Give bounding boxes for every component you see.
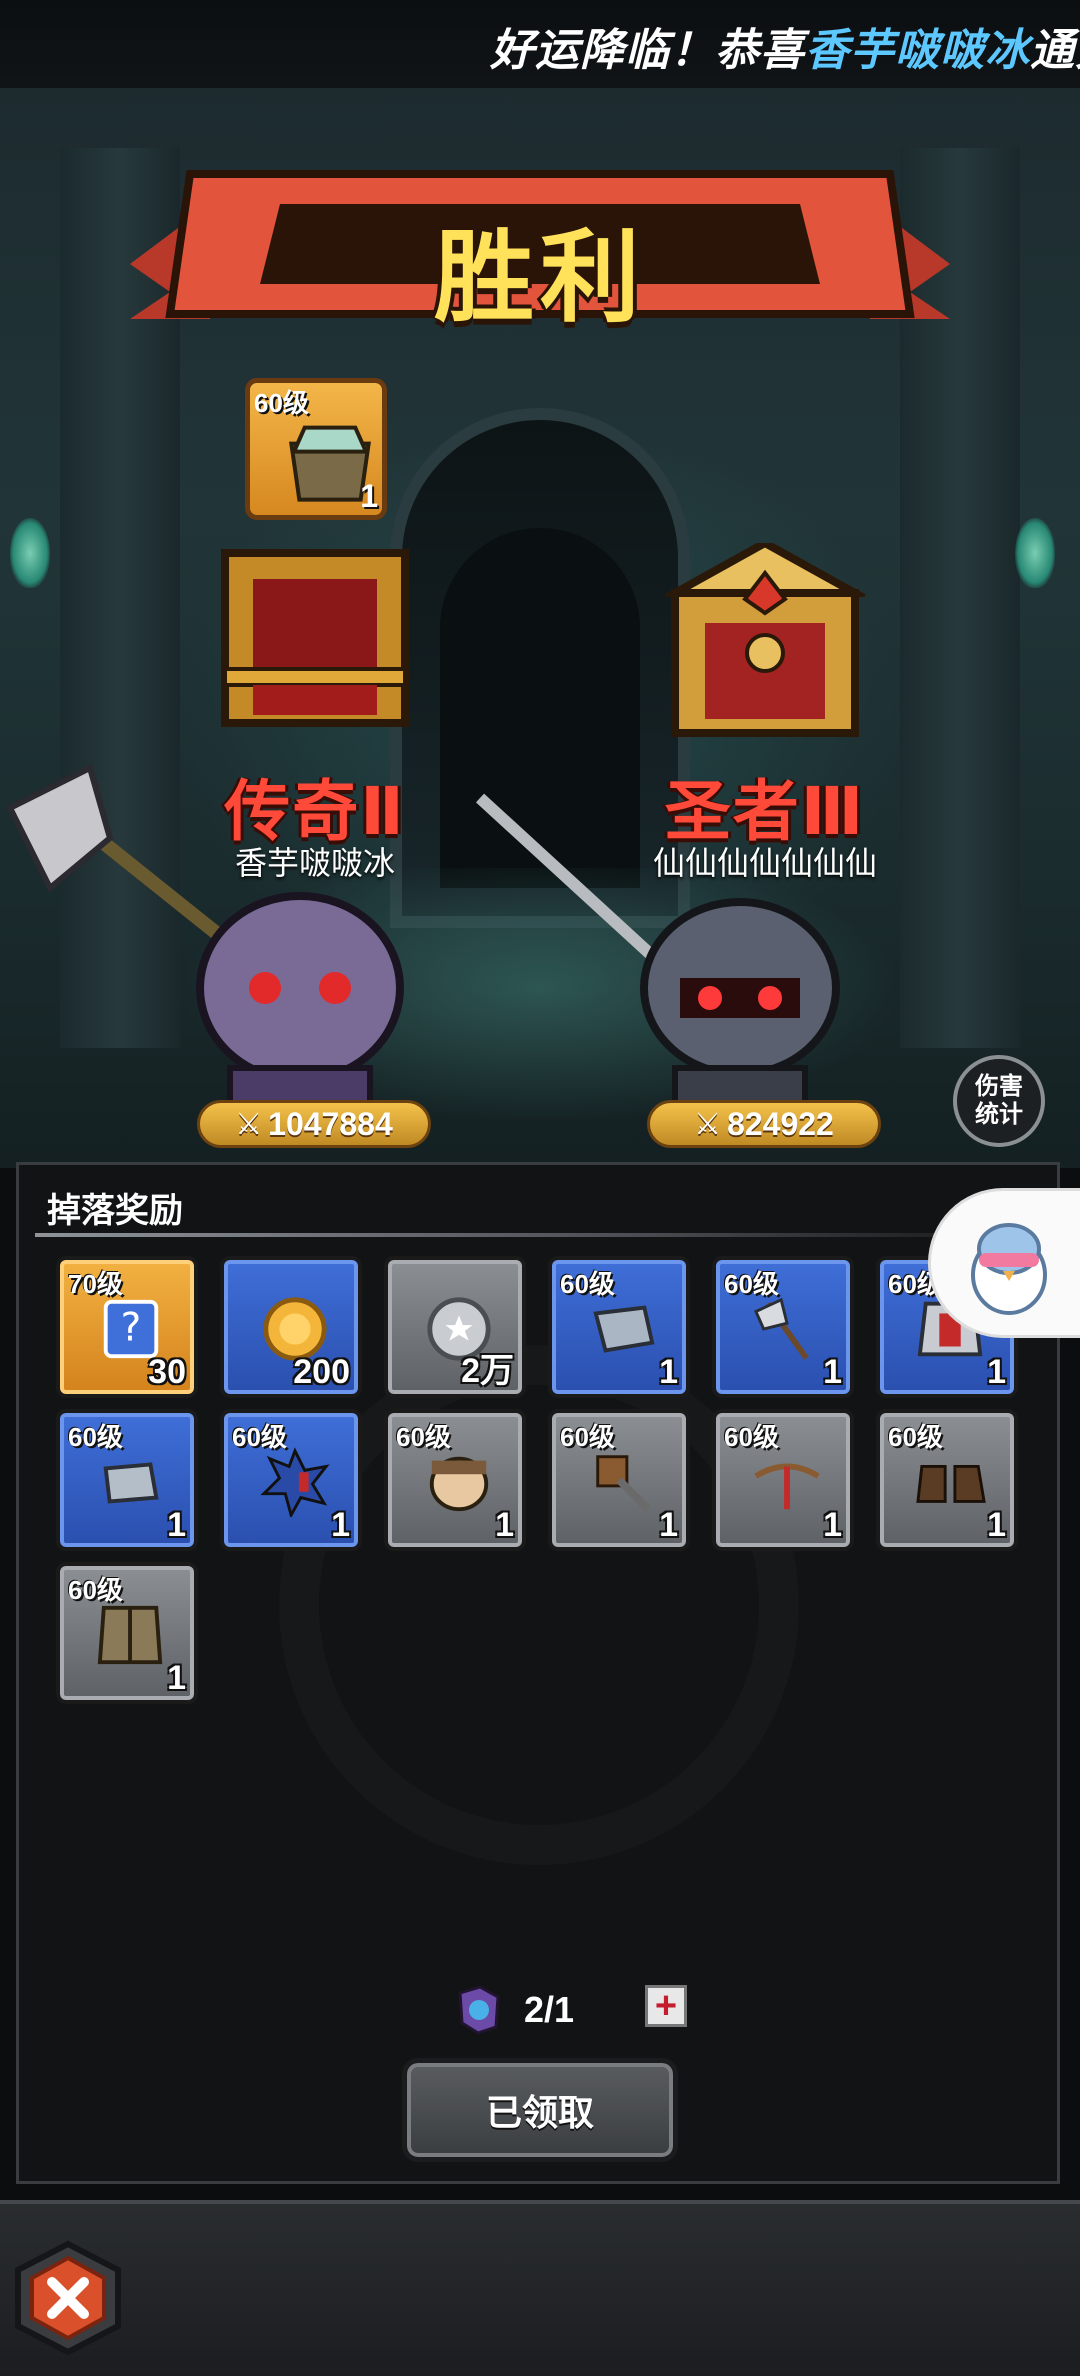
reward-item-qty: 1 — [331, 1506, 350, 1544]
reward-item-qty: 1 — [987, 1353, 1006, 1391]
hero-token-icon — [458, 1985, 500, 2035]
green-flame-icon — [1015, 518, 1055, 588]
reward-item-crossbow[interactable]: 60级 1 — [712, 1409, 854, 1551]
reward-item-qty: 1 — [495, 1506, 514, 1544]
floating-assistant-button[interactable] — [928, 1188, 1080, 1338]
reward-item-level: 60级 — [560, 1269, 615, 1299]
reward-item-hammer[interactable]: 60级 1 — [548, 1409, 690, 1551]
helmet-icon — [429, 1456, 489, 1512]
close-icon[interactable] — [8, 2238, 128, 2358]
reward-item-battle-axe[interactable]: 60级 1 — [712, 1256, 854, 1398]
reward-item-gold-coin[interactable]: 200 — [220, 1256, 362, 1398]
reward-item-leather-armor[interactable]: 60级 1 — [56, 1562, 198, 1704]
reward-item-level: 60级 — [396, 1422, 451, 1452]
victory-title: 胜利 — [434, 222, 646, 334]
damage-stats-line1: 伤害 — [975, 1073, 1023, 1100]
right-power-value: 824922 — [727, 1105, 834, 1142]
svg-text:?: ? — [121, 1306, 142, 1351]
left-player-power: ⚔ 1047884 — [197, 1100, 431, 1148]
crossed-swords-icon: ⚔ — [235, 1107, 263, 1141]
shoulder-armor-icon — [593, 1305, 655, 1353]
bottom-bar — [0, 2200, 1080, 2376]
marquee-suffix: 通关 — [1030, 26, 1080, 75]
damage-stats-button[interactable]: 伤害 统计 — [953, 1055, 1045, 1147]
marquee-prefix: 好运降临！恭喜 — [490, 26, 805, 75]
reward-item-qty: 1 — [659, 1506, 678, 1544]
marquee-text: 好运降临！恭喜香芋啵啵冰通关 — [490, 14, 1080, 78]
reward-item-level: 60级 — [68, 1575, 123, 1605]
reward-item-silver-coin[interactable]: 2万 — [384, 1256, 526, 1398]
reward-item-level: 60级 — [68, 1422, 123, 1452]
hero-count: 2/1 — [452, 1982, 614, 2038]
reward-item-qty: 200 — [293, 1353, 350, 1391]
reward-item-puzzle-fragment[interactable]: ? 70级 30 — [56, 1256, 198, 1398]
damage-stats-line2: 统计 — [975, 1101, 1023, 1128]
reward-item-qty: 2万 — [461, 1352, 514, 1390]
scene-item-level: 60级 — [254, 388, 309, 418]
rewards-panel-title: 掉落奖励 — [47, 1192, 183, 1230]
marquee-player-name: 香芋啵啵冰 — [805, 26, 1030, 75]
reward-item-level: 60级 — [560, 1422, 615, 1452]
right-player-power: ⚔ 824922 — [647, 1100, 881, 1148]
crossbow-icon — [754, 1463, 820, 1510]
left-power-value: 1047884 — [268, 1105, 393, 1142]
open-chest-icon — [221, 549, 409, 727]
reward-item-qty: 30 — [148, 1353, 186, 1391]
reward-item-level: 60级 — [888, 1422, 943, 1452]
reward-item-level: 70级 — [68, 1269, 123, 1299]
reward-item-qty: 1 — [823, 1353, 842, 1391]
gauntlet-icon — [103, 1462, 159, 1504]
green-flame-icon — [10, 518, 50, 588]
reward-item-qty: 1 — [823, 1506, 842, 1544]
left-hero-knight-icon — [5, 763, 404, 1131]
reward-item-gauntlet[interactable]: 60级 1 — [56, 1409, 198, 1551]
scene-item-qty: 1 — [360, 478, 378, 514]
reward-item-level: 60级 — [232, 1422, 287, 1452]
reward-item-boots[interactable]: 60级 1 — [876, 1409, 1018, 1551]
reward-item-qty: 1 — [659, 1353, 678, 1391]
leather-armor-icon — [97, 1605, 163, 1665]
hammer-icon — [596, 1455, 652, 1512]
reward-item-qty: 1 — [167, 1659, 186, 1697]
battle-scene: 胜利 60级 1 传奇Ⅱ 香芋啵啵冰 ⚔ 1047884 圣者Ⅲ 仙仙仙仙仙仙仙… — [0, 88, 1080, 1168]
locked-chest-icon — [665, 543, 865, 737]
reward-item-level: 60级 — [724, 1422, 779, 1452]
spiked-orb-icon — [260, 1447, 330, 1517]
reward-item-qty: 1 — [987, 1506, 1006, 1544]
scene-drop-item[interactable]: 60级 1 — [245, 378, 387, 520]
penguin-avatar-icon — [971, 1223, 1047, 1315]
crossed-swords-icon: ⚔ — [694, 1107, 722, 1141]
add-count-button[interactable]: + — [645, 1985, 687, 2027]
claimed-button[interactable]: 已领取 — [402, 2058, 678, 2162]
axe-icon — [753, 1297, 809, 1360]
hero-count-text: 2/1 — [524, 1989, 575, 2030]
reward-item-shoulder-armor[interactable]: 60级 1 — [548, 1256, 690, 1398]
reward-item-spiked-orb[interactable]: 60级 1 — [220, 1409, 362, 1551]
boots-icon — [916, 1464, 986, 1503]
reward-item-level: 60级 — [724, 1269, 779, 1299]
announcement-marquee: 好运降临！恭喜香芋啵啵冰通关 — [0, 0, 1080, 88]
reward-item-qty: 1 — [167, 1506, 186, 1544]
victory-banner: 胜利 — [130, 144, 950, 344]
panel-divider — [35, 1233, 1035, 1237]
reward-item-helmet-face[interactable]: 60级 1 — [384, 1409, 526, 1551]
